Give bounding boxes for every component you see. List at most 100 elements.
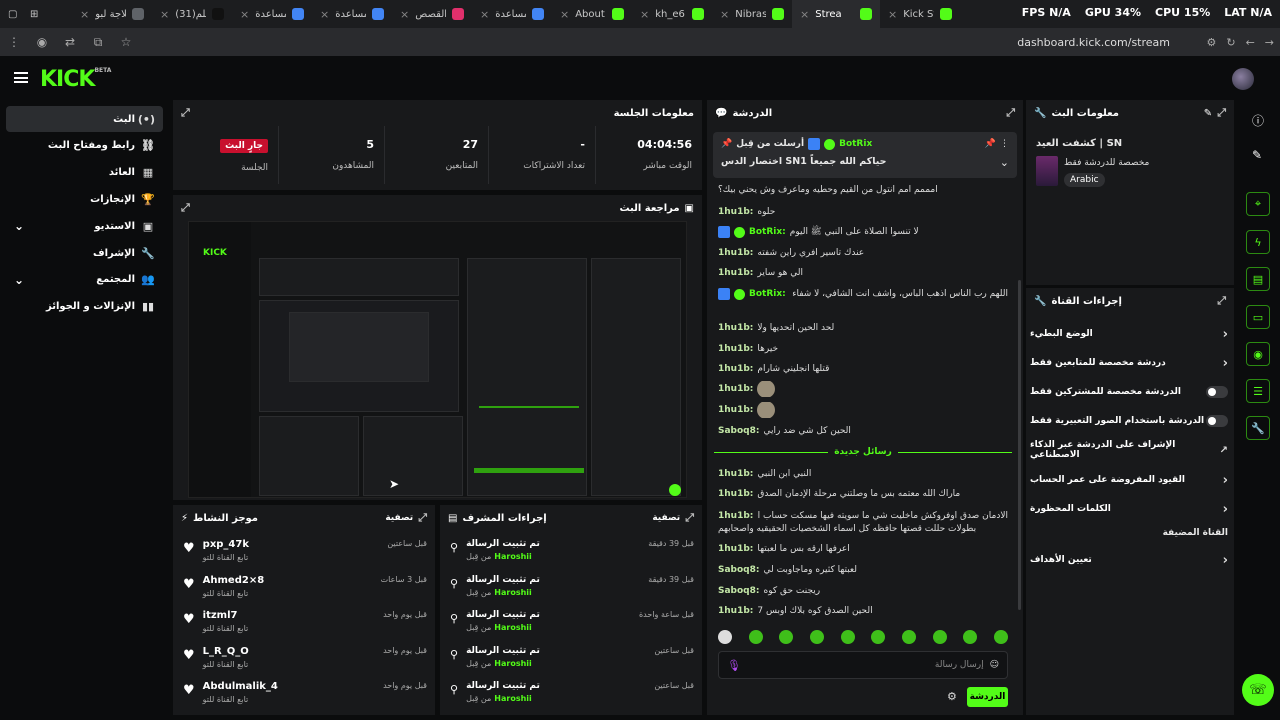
list-item[interactable]: ⚲ تم تثبيت الرسالة من قِبل Haroshii قبل ساعت…	[450, 681, 694, 713]
chat-message[interactable]: 1hu1b: خيرها	[718, 341, 1008, 357]
edit-icon[interactable]: ✎	[1252, 148, 1262, 162]
chat-username[interactable]: 1hu1b:	[718, 489, 753, 499]
chat-username[interactable]: 1hu1b:	[718, 323, 753, 333]
chat-username[interactable]: 1hu1b:	[718, 268, 753, 278]
live-icon[interactable]: ◉	[1246, 342, 1270, 366]
expand-icon[interactable]: ⤢	[181, 201, 190, 215]
bookmark-star-icon[interactable]: ☆	[112, 35, 140, 49]
chat-message[interactable]: Saboq8: لعبتها كثيره وماجاوبت لي	[718, 562, 1008, 578]
chat-message[interactable]: 1hu1b: النبي ابن النبي	[718, 466, 1008, 482]
chevron-down-icon[interactable]: ⌄	[14, 219, 24, 233]
nav-item[interactable]: (•) البث	[6, 106, 163, 132]
emote-icon[interactable]	[901, 630, 916, 644]
chat-username[interactable]: 1hu1b:	[718, 544, 753, 554]
list-item[interactable]: ♥ L_R_Q_O تابع القناة للتو قبل يوم واحد	[183, 646, 427, 678]
emote-icon[interactable]	[932, 630, 947, 644]
chat-bubble-icon[interactable]: ▭	[1246, 305, 1270, 329]
browser-tab[interactable]: × (31)اعلم	[152, 0, 232, 28]
chevron-down-icon[interactable]: ⌄	[14, 273, 24, 287]
chat-username[interactable]: Saboq8:	[718, 586, 759, 596]
expand-icon[interactable]: ⤢	[685, 511, 694, 525]
list-item[interactable]: ⚲ تم تثبيت الرسالة من قِبل Haroshii قبل ساعت…	[450, 646, 694, 678]
share-icon[interactable]: ⧉	[84, 35, 112, 50]
chat-username[interactable]: Saboq8:	[718, 426, 759, 436]
tabs-icon[interactable]: ⇄	[56, 35, 84, 49]
support-icon[interactable]: ☏	[1242, 674, 1274, 706]
channel-action[interactable]: الدردشة مخصصة للمشتركين فقط	[1030, 382, 1228, 402]
category-name[interactable]: مخصصة للدردشة فقط	[1064, 158, 1149, 168]
close-icon[interactable]: ×	[480, 8, 489, 21]
channel-action[interactable]: دردشة مخصصة للمتابعين فقط ›	[1030, 353, 1228, 373]
chat-message[interactable]: 1hu1b: قتلها انجليني شارام	[718, 361, 1008, 377]
mod-user[interactable]: Haroshii	[494, 552, 531, 561]
chat-send-button[interactable]: الدردشة	[967, 687, 1008, 707]
url-text[interactable]: dashboard.kick.com/stream	[1017, 36, 1170, 49]
close-icon[interactable]: ×	[80, 8, 89, 21]
chat-message[interactable]: 1hu1b: الي هو ساير	[718, 265, 1008, 281]
menu-icon[interactable]	[14, 72, 28, 83]
list-item[interactable]: ⚲ تم تثبيت الرسالة من قِبل Haroshii قبل ساعة…	[450, 610, 694, 642]
channel-action[interactable]: الوضع البطيء ›	[1030, 324, 1228, 344]
list-item[interactable]: ♥ Ahmed2×8 تابع القناة للتو قبل 3 ساعات	[183, 575, 427, 607]
more-icon[interactable]: ⋮	[0, 35, 28, 49]
mod-user[interactable]: Haroshii	[494, 659, 531, 668]
profile-icon[interactable]: ◉	[28, 35, 56, 49]
close-icon[interactable]: ×	[160, 8, 169, 21]
chat-username[interactable]: 1hu1b:	[718, 248, 753, 258]
set-goals-row[interactable]: تعيين الأهداف ›	[1030, 550, 1228, 570]
chat-username[interactable]: BotRix:	[749, 227, 786, 237]
browser-tab[interactable]: × مساعدة	[232, 0, 312, 28]
emote-icon[interactable]	[809, 630, 824, 644]
chat-username[interactable]: 1hu1b:	[718, 469, 753, 479]
chevron-right-icon[interactable]: ›	[1223, 327, 1228, 342]
info-icon[interactable]: ⓘ	[1252, 112, 1264, 129]
close-icon[interactable]: ×	[888, 8, 897, 21]
chat-message[interactable]: 1hu1b: عندك تاسير افري راين شفته	[718, 245, 1008, 261]
capture-icon[interactable]: ⌖	[1246, 192, 1270, 216]
browser-tab[interactable]: × About Ha	[552, 0, 632, 28]
toggle-switch[interactable]	[1206, 386, 1228, 398]
bolt-icon[interactable]: ϟ	[1246, 230, 1270, 254]
chat-message[interactable]: 1hu1b: لحد الحين اتحديها ولا	[718, 320, 1008, 336]
browser-tab[interactable]: × مساعدة	[312, 0, 392, 28]
external-link-icon[interactable]: ↗	[1220, 445, 1228, 456]
channel-action[interactable]: الإشراف على الدردشة عبر الذكاء الاصطناعي…	[1030, 440, 1228, 460]
nav-item[interactable]: ▮▮ الإنزالات و الجوائز	[6, 294, 163, 320]
browser-tab[interactable]: × القصص	[392, 0, 472, 28]
nav-item[interactable]: 🏆 الإنجازات	[6, 186, 163, 212]
chevron-down-icon[interactable]: ⌄	[1000, 156, 1009, 169]
list-item[interactable]: ⚲ تم تثبيت الرسالة من قِبل Haroshii قبل 39 د…	[450, 575, 694, 607]
chat-message[interactable]: 1hu1b: اعرفها ارقه بس ما لعبتها	[718, 541, 1008, 557]
chat-username[interactable]: 1hu1b:	[718, 405, 753, 415]
nav-item[interactable]: ▦ العائد	[6, 160, 163, 186]
chat-message[interactable]: Saboq8: الحين كل شي ضد رايي	[718, 423, 1008, 439]
browser-tab[interactable]: × Nibras	[712, 0, 792, 28]
emote-icon[interactable]	[871, 630, 886, 644]
unpin-icon[interactable]: 📌	[985, 139, 996, 149]
close-icon[interactable]: ×	[800, 8, 809, 21]
emote-icon[interactable]	[840, 630, 855, 644]
mic-icon[interactable]: 🎙	[727, 659, 741, 672]
list-item[interactable]: ♥ itzml7 تابع القناة للتو قبل يوم واحد	[183, 610, 427, 642]
browser-tab[interactable]: × علاجة لبو	[72, 0, 152, 28]
emote-icon[interactable]	[779, 630, 794, 644]
chat-username[interactable]: BotRix:	[749, 289, 786, 299]
modactions-filter[interactable]: تصفية ⤢	[652, 511, 694, 525]
channel-action[interactable]: الدردشة باستخدام الصور التعبيرية فقط	[1030, 411, 1228, 431]
activity-filter[interactable]: تصفية ⤢	[385, 511, 427, 525]
nav-item[interactable]: ⛓ رابط ومفتاح البث	[6, 133, 163, 159]
chat-username[interactable]: 1hu1b:	[718, 606, 753, 616]
layout-icon[interactable]: ☰	[1246, 379, 1270, 403]
expand-icon[interactable]: ⤢	[1006, 106, 1015, 120]
list-item[interactable]: ⚲ تم تثبيت الرسالة من قِبل Haroshii قبل 39 د…	[450, 539, 694, 571]
expand-icon[interactable]: ⤢	[1217, 106, 1226, 120]
edit-icon[interactable]: ✎	[1204, 108, 1212, 119]
chat-message[interactable]: 1hu1b: ماراك الله معتمه بس ما وصلتني مرحل…	[718, 486, 1008, 502]
chevron-right-icon[interactable]: ›	[1223, 356, 1228, 371]
reload-icon[interactable]: ↻	[1226, 36, 1235, 49]
expand-icon[interactable]: ⤢	[418, 511, 427, 525]
chevron-right-icon[interactable]: ›	[1223, 502, 1228, 517]
chevron-right-icon[interactable]: ›	[1223, 473, 1228, 488]
close-icon[interactable]: ×	[640, 8, 649, 21]
back-icon[interactable]: ←	[1246, 36, 1255, 49]
